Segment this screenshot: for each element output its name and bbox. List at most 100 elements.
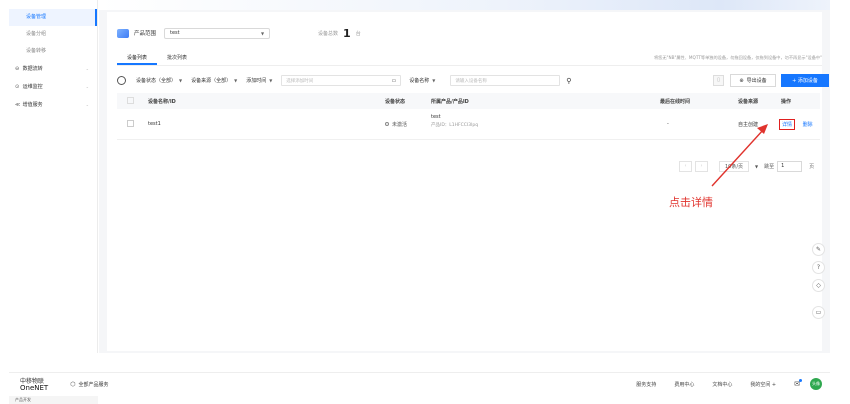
select-all-checkbox[interactable] [127,96,134,104]
sidebar-item-device-group[interactable]: 设备分组 [9,26,97,43]
device-source: 自主创建 [738,121,759,128]
chevron-down-icon: ⌄ [85,84,89,89]
col-status: 设备状态 [385,98,406,105]
sidebar-item-ops-monitor[interactable]: ⊙ 运维监控 ⌄ [9,78,97,96]
device-count-value: 1 [343,26,351,40]
feedback-icon[interactable]: ✎ [812,243,825,256]
product-id: 产品ID：L1HFCCI3lpq [431,123,479,128]
hint-text: 将您无"NB"属性、MQTT等单独的设备，勿拖回设备，仅拖到设备中，勿不再显示"… [653,55,822,60]
help-icon[interactable]: ? [812,261,825,274]
time-filter[interactable]: 添加时间 ▼ [246,77,272,84]
top-navigation-bar: 中移物联 OneNET ⬡ 全部产品服务 服务支持 费用中心 文档中心 我的空间… [9,372,830,396]
page-size-select[interactable]: 10条/页 [719,160,749,172]
col-actions: 操作 [781,98,792,105]
device-count-unit: 台 [355,30,361,37]
floating-toolbar: ✎ ? ◇ ▭ [812,243,828,324]
table-header: 设备名称/ID 设备状态 所属产品/产品ID 最后在线时间 设备来源 操作 [117,93,820,109]
caret-down-icon: ▼ [260,30,265,36]
caret-down-icon: ▼ [432,78,436,83]
main-area: 产品范围 test ▼ 设备总数 1 台 设备列表 批次列表 将您无"NB"属性… [99,0,830,353]
detail-link[interactable]: 详情 [779,118,796,130]
date-placeholder: 选择添加时间 [286,78,314,84]
date-input[interactable]: 选择添加时间 ▭ [281,75,402,86]
product-select[interactable]: test ▼ [164,27,271,39]
annotation-label: 点击详情 [669,196,713,209]
tab-device-list[interactable]: 设备列表 [117,52,158,65]
device-table: 设备名称/ID 设备状态 所属产品/产品ID 最后在线时间 设备来源 操作 te… [117,93,820,140]
link-billing[interactable]: 费用中心 [674,381,694,388]
col-product: 所属产品/产品ID [431,98,469,105]
chevron-down-icon: ⌄ [85,66,89,71]
add-device-button[interactable]: + 添加设备 [781,74,829,87]
row-checkbox[interactable] [127,119,134,127]
link-docs[interactable]: 文档中心 [712,381,732,388]
caret-down-icon: ▼ [269,78,273,83]
sidebar-item-value-added[interactable]: ≪ 增值服务 ⌄ [9,96,97,114]
tab-bar: 设备列表 批次列表 [117,52,197,65]
device-name-input[interactable]: 请输入设备名称 ⚲ [450,75,571,86]
col-last-online: 最后在线时间 [660,98,691,105]
mail-icon[interactable]: ✉ [794,379,802,388]
monitor-icon: ⊙ [15,84,20,90]
notification-badge [799,379,802,382]
status-filter[interactable]: 设备状态（全部） ▼ [136,77,182,84]
source-filter[interactable]: 设备来源（全部） ▼ [191,77,237,84]
jump-page-input[interactable]: 1 [777,160,803,172]
device-name[interactable]: test1 [148,121,161,127]
tabs-divider [117,65,822,66]
prev-page-button[interactable]: ‹ [679,160,692,172]
export-icon: ⊕ [739,77,744,84]
onenet-logo[interactable]: 中移物联 OneNET [20,378,48,392]
device-status: 未激活 [385,121,407,128]
product-scope-label: 产品范围 [134,31,157,37]
last-online-time: - [667,121,669,127]
search-icon[interactable]: ⚲ [566,77,571,85]
jump-label: 跳至 [764,163,775,170]
export-devices-button[interactable]: ⊕ 导出设备 [730,74,776,87]
product-select-value: test [170,30,180,36]
name-filter[interactable]: 设备名称 ▼ [409,77,435,84]
device-count-label: 设备总数 [318,30,339,37]
location-icon[interactable]: ◇ [812,279,825,292]
caret-down-icon: ▼ [234,78,238,83]
link-my-space[interactable]: 我的空间 + [750,381,776,388]
sidebar-item-device-transfer[interactable]: 设备转移 [9,43,97,60]
chevron-down-icon: ⌄ [85,102,89,107]
device-product: test 产品ID：L1HFCCI3lpq [431,114,478,128]
caret-down-icon: ▼ [755,163,759,169]
refresh-icon[interactable] [117,76,126,85]
avatar[interactable]: 头像 [810,378,822,390]
product-name: test [431,114,441,120]
calendar-icon: ▭ [391,77,397,84]
caret-down-icon: ▼ [179,78,183,83]
content-card: 产品范围 test ▼ 设备总数 1 台 设备列表 批次列表 将您无"NB"属性… [107,12,829,351]
device-name-placeholder: 请输入设备名称 [455,78,487,84]
share-icon: ≪ [15,102,21,108]
delete-link[interactable]: 删除 [803,122,813,128]
sidebar-item-data-flow[interactable]: ⊖ 数据流转 ⌄ [9,60,97,78]
row-actions: 详情 删除 [779,118,813,130]
document-icon[interactable]: ▭ [812,306,825,319]
col-device-name: 设备名称/ID [148,98,176,105]
database-icon: ⊖ [15,66,20,72]
batch-delete-button[interactable]: ▯ [713,75,724,86]
all-products-menu[interactable]: ⬡ 全部产品服务 [70,381,108,388]
product-scope-row: 产品范围 test ▼ 设备总数 1 台 [117,26,361,40]
sidebar-item-label: 增值服务 [22,102,43,108]
pagination: ‹ › 10条/页 ▼ 跳至 1 页 [679,160,814,172]
hexagon-icon: ⬡ [70,381,76,388]
product-cube-icon [117,28,129,38]
sidebar-item-product-dev[interactable]: 产品开发 [9,396,98,404]
sidebar-item-label: 数据流转 [22,66,43,72]
table-row: test1 未激活 test 产品ID：L1HFCCI3lpq - 自主创建 详… [117,109,820,140]
col-source: 设备来源 [738,98,759,105]
sidebar: 设备管理 设备分组 设备转移 ⊖ 数据流转 ⌄ ⊙ 运维监控 ⌄ ≪ 增值服务 … [9,0,98,353]
sidebar-item-device-management[interactable]: 设备管理 [9,9,97,26]
link-support[interactable]: 服务支持 [636,381,656,388]
sidebar-item-label: 运维监控 [22,84,43,90]
tab-batch-list[interactable]: 批次列表 [157,52,197,65]
top-links: 服务支持 费用中心 文档中心 我的空间 + ✉ 头像 [636,378,822,390]
next-page-button[interactable]: › [695,160,708,172]
page-suffix: 页 [809,163,815,170]
